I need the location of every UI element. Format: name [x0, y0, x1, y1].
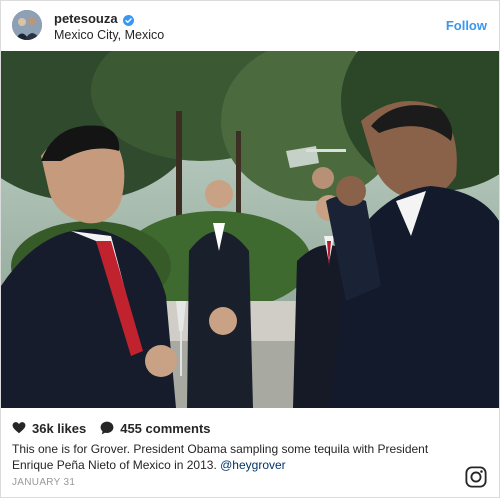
caption-mention-link[interactable]: @heygrover — [220, 458, 286, 472]
username[interactable]: petesouza — [54, 11, 118, 26]
likes-count[interactable]: 36k likes — [32, 421, 86, 436]
username-row: petesouza — [54, 10, 134, 26]
post-photo[interactable] — [1, 51, 499, 408]
post-actions: 36k likes 455 comments — [12, 420, 211, 436]
location-link[interactable]: Mexico City, Mexico — [54, 28, 164, 42]
post-date[interactable]: JANUARY 31 — [12, 477, 75, 488]
avatar[interactable] — [12, 10, 42, 40]
instagram-embed-card: petesouza Mexico City, Mexico Follow 36k… — [0, 0, 500, 498]
comment-bubble-icon[interactable] — [100, 421, 114, 435]
heart-icon[interactable] — [12, 421, 26, 435]
instagram-icon[interactable] — [465, 466, 487, 488]
verified-badge-icon — [122, 13, 134, 26]
post-caption: This one is for Grover. President Obama … — [12, 441, 472, 473]
follow-button[interactable]: Follow — [446, 18, 487, 33]
post-header: petesouza Mexico City, Mexico Follow — [1, 1, 499, 51]
comments-count[interactable]: 455 comments — [120, 421, 210, 436]
